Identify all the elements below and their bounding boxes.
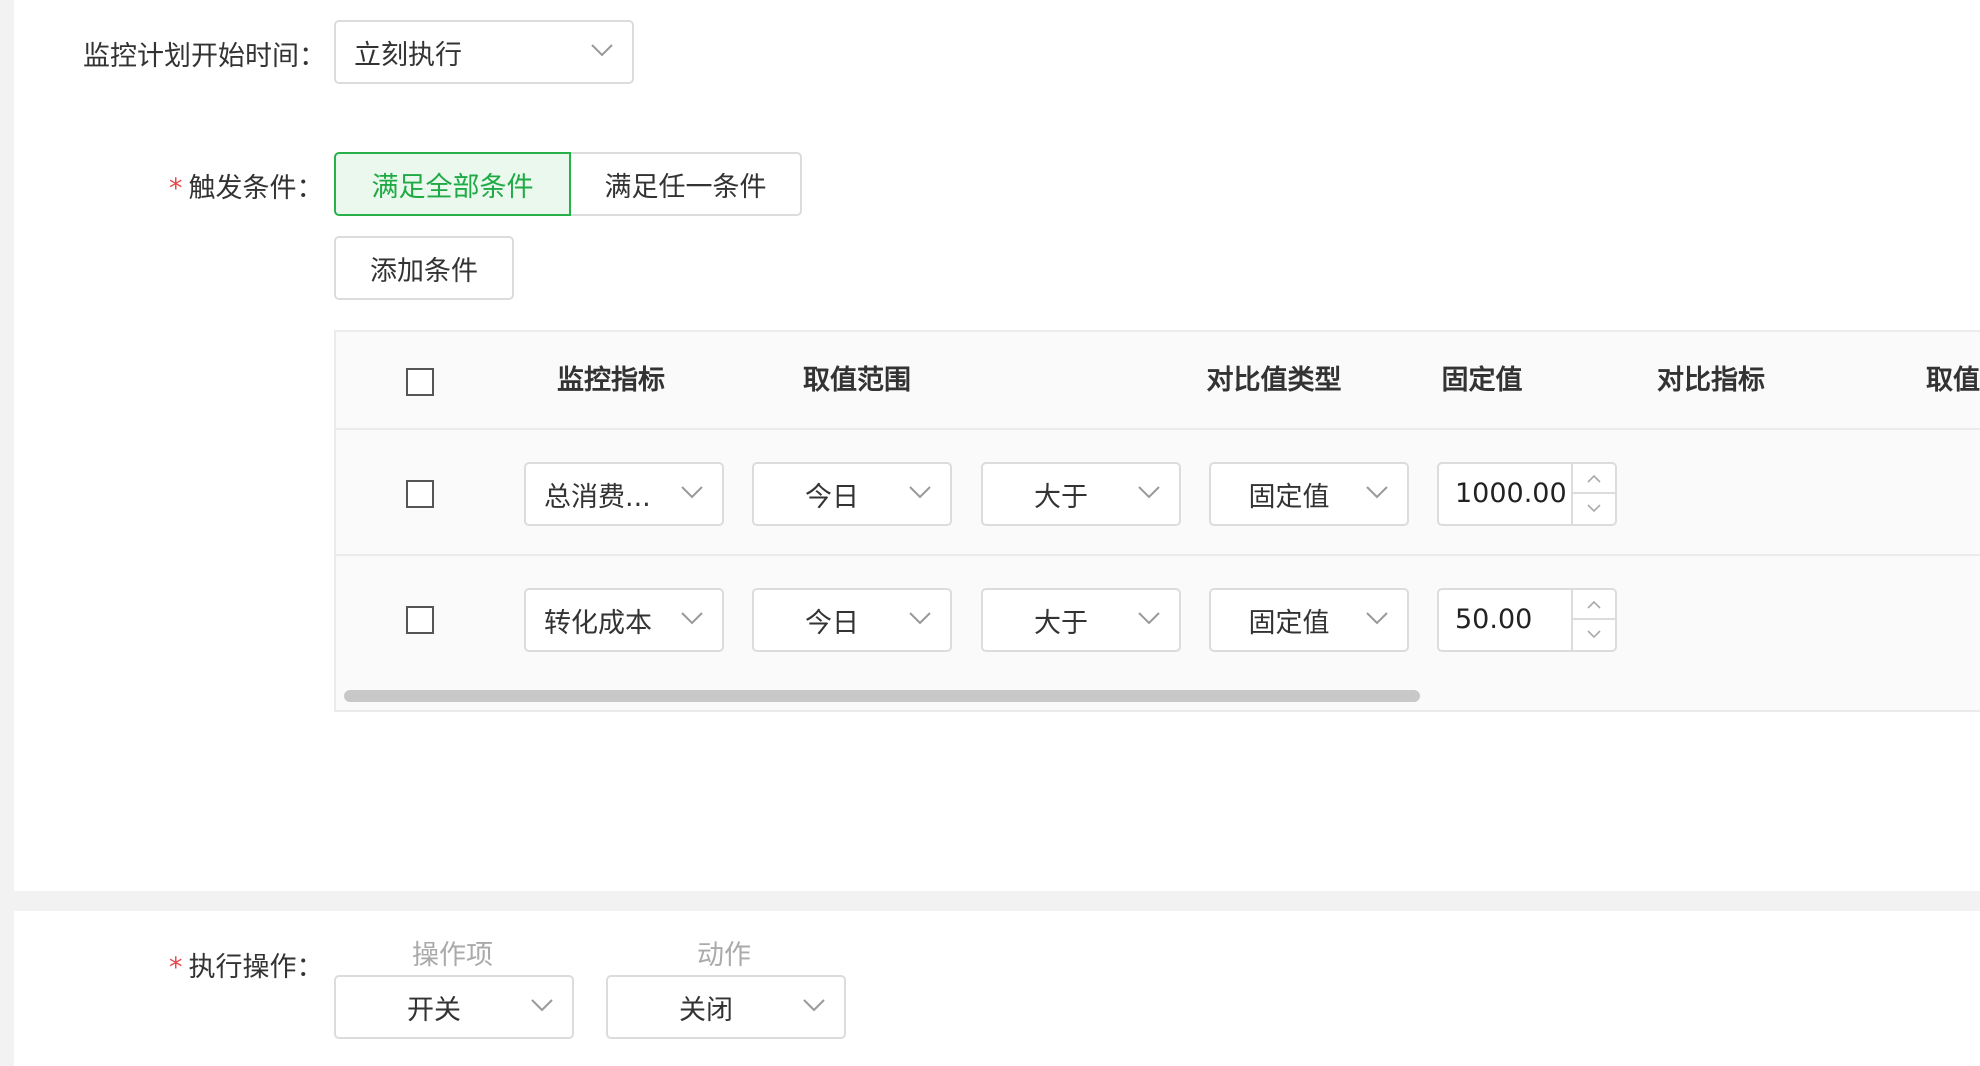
column-header-compare-type: 对比值类型 [1206,365,1342,396]
compare-type-value: 固定值 [1248,481,1330,513]
fixed-value-input[interactable]: 1000.00 [1437,462,1617,526]
operator-select[interactable]: 大于 [981,588,1181,652]
fixed-value-text: 50.00 [1455,604,1533,635]
metric-value: 总消费... [544,481,651,513]
increment-button[interactable] [1573,464,1615,494]
column-header-compare-metric: 对比指标 [1657,365,1765,396]
table-header: 监控指标 取值范围 对比值类型 固定值 对比指标 取值 [336,332,1980,430]
increment-button[interactable] [1573,590,1615,620]
select-all-checkbox[interactable] [406,368,434,396]
operator-value: 大于 [1034,481,1088,513]
metric-value: 转化成本 [544,607,652,639]
metric-select[interactable]: 转化成本 [524,588,724,652]
action-label-text: 执行操作： [188,952,324,983]
schedule-value: 立刻执行 [354,39,462,71]
number-stepper [1571,464,1615,524]
operator-value: 大于 [1034,607,1088,639]
chevron-down-icon [909,612,931,625]
compare-type-select[interactable]: 固定值 [1209,462,1409,526]
decrement-button[interactable] [1573,620,1615,650]
chevron-down-icon [1366,486,1388,499]
column-header-value: 取值 [1926,365,1980,396]
operation-item-select[interactable]: 开关 [334,975,574,1039]
chevron-down-icon [1366,612,1388,625]
table-row: 转化成本 今日 大于 固定值 50.00 [336,556,1980,682]
chevron-down-icon [803,999,825,1012]
range-value: 今日 [805,607,859,639]
conditions-table: 监控指标 取值范围 对比值类型 固定值 对比指标 取值 总消费... 今日 大于… [334,330,1980,712]
fixed-value-text: 1000.00 [1455,478,1567,509]
chevron-down-icon [1587,504,1601,513]
chevron-down-icon [1138,612,1160,625]
required-mark: * [169,952,183,983]
schedule-select[interactable]: 立刻执行 [334,20,634,84]
range-select[interactable]: 今日 [752,462,952,526]
required-mark: * [169,173,183,204]
operator-select[interactable]: 大于 [981,462,1181,526]
table-row: 总消费... 今日 大于 固定值 1000.00 [336,430,1980,556]
operation-item-label: 操作项 [412,940,493,971]
add-condition-button[interactable]: 添加条件 [334,236,514,300]
action-label: * 执行操作： [169,945,324,984]
compare-type-select[interactable]: 固定值 [1209,588,1409,652]
chevron-down-icon [1587,630,1601,639]
action-panel: * 执行操作： 操作项 动作 开关 关闭 [14,911,1980,1066]
column-header-range: 取值范围 [803,365,911,396]
metric-select[interactable]: 总消费... [524,462,724,526]
decrement-button[interactable] [1573,494,1615,524]
action-type-label: 动作 [697,940,751,971]
compare-type-value: 固定值 [1248,607,1330,639]
schedule-label: 监控计划开始时间： [83,41,326,72]
chevron-down-icon [909,486,931,499]
chevron-down-icon [531,999,553,1012]
row-checkbox[interactable] [406,480,434,508]
chevron-down-icon [681,612,703,625]
action-select[interactable]: 关闭 [606,975,846,1039]
chevron-down-icon [591,44,613,57]
action-value: 关闭 [679,994,733,1026]
scrollbar-thumb[interactable] [344,690,1420,702]
row-checkbox[interactable] [406,606,434,634]
range-select[interactable]: 今日 [752,588,952,652]
trigger-label-text: 触发条件： [188,173,324,204]
column-header-metric: 监控指标 [557,365,665,396]
chevron-up-icon [1587,600,1601,609]
operation-item-value: 开关 [407,994,461,1026]
chevron-down-icon [681,486,703,499]
fixed-value-input[interactable]: 50.00 [1437,588,1617,652]
chevron-down-icon [1138,486,1160,499]
number-stepper [1571,590,1615,650]
match-any-button[interactable]: 满足任一条件 [569,152,802,216]
horizontal-scrollbar[interactable] [336,680,1980,710]
trigger-label: * 触发条件： [169,166,324,205]
column-header-fixed-value: 固定值 [1441,365,1523,396]
range-value: 今日 [805,481,859,513]
match-all-button[interactable]: 满足全部条件 [334,152,571,216]
chevron-up-icon [1587,474,1601,483]
